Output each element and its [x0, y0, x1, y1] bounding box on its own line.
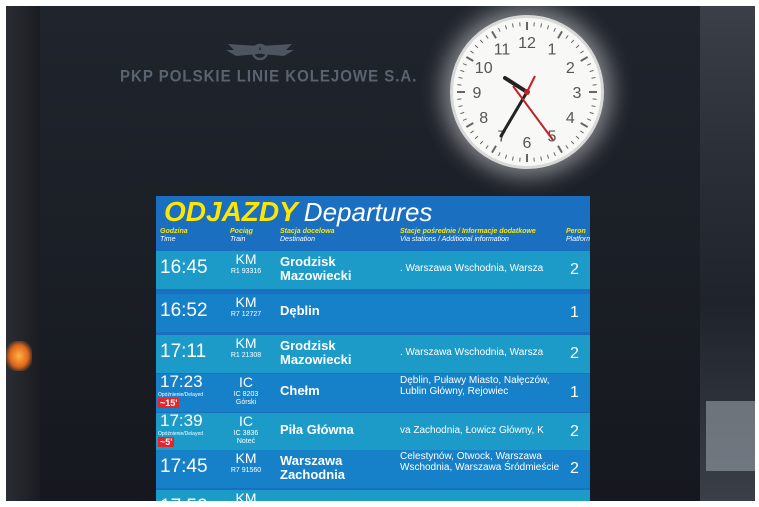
train-number: R7 12727	[230, 311, 262, 318]
platform-number: 1	[570, 384, 579, 401]
departure-row: 16:52 KM R7 12727 Dęblin 1	[156, 294, 590, 332]
second-hand	[512, 85, 554, 141]
train-window	[706, 401, 755, 471]
carrier: KM	[235, 490, 257, 501]
destination: Dęblin	[280, 303, 320, 318]
via-stations: va Zachodnia, Łowicz Główny, K	[400, 425, 544, 436]
title-english: Departures	[303, 197, 433, 227]
destination: Grodzisk Mazowiecki	[280, 338, 352, 367]
departure-time: 17:23	[160, 372, 203, 391]
pkp-logo-icon	[226, 43, 294, 61]
header-platform: Peron Platform	[566, 228, 590, 243]
departure-row: 16:45 KM R1 93316 Grodzisk Mazowiecki . Warsz…	[156, 251, 590, 289]
clock-number: 6	[523, 135, 532, 152]
platform-number: 2	[570, 460, 579, 477]
via-stations: . Warszawa Wschodnia, Warsza	[400, 263, 544, 274]
departure-row: 17:11 KM R1 21308 Grodzisk Mazowiecki . Warsz…	[156, 335, 590, 373]
photo: PKP POLSKIE LINIE KOLEJOWE S.A. 12 1 2 3 4 5 6…	[6, 6, 755, 501]
board-title: ODJAZDY Departures	[164, 196, 433, 227]
platform-number: 2	[570, 261, 579, 278]
carrier: KM	[235, 294, 257, 310]
via-stations: Celestynów, Otwock, Warszawa Wschodnia, …	[400, 451, 560, 473]
departure-time: 17:52	[160, 496, 208, 501]
clock-number: 4	[566, 110, 575, 127]
departure-time: 17:45	[160, 456, 208, 477]
destination: Dęblin	[280, 500, 320, 502]
destination: Piła Główna	[280, 422, 354, 437]
signal-light	[6, 341, 32, 371]
clock-number: 12	[518, 35, 536, 52]
departure-row: 17:39 Opóźnienie/Delayed ~5' IC IC 3836 Noteć…	[156, 411, 590, 451]
header-time: Godzina Time	[160, 228, 188, 243]
train-name: Górski	[235, 399, 257, 406]
carrier: KM	[235, 335, 257, 351]
clock-number: 9	[473, 85, 482, 102]
via-stations: . Warszawa Wschodnia, Warsza	[400, 347, 544, 358]
train-number: R1 93316	[230, 268, 262, 275]
clock-number: 2	[566, 60, 575, 77]
platform-number: 2	[570, 423, 579, 440]
station-clock: 121234567891011	[450, 15, 604, 169]
carrier: IC	[239, 413, 253, 429]
destination: Warszawa Zachodnia	[280, 453, 346, 482]
clock-number: 8	[479, 110, 488, 127]
train-name: Noteć	[236, 438, 256, 445]
departure-time: 16:52	[160, 300, 208, 321]
clock-number: 5	[548, 128, 557, 145]
carrier: KM	[235, 450, 257, 466]
train-number: R7 91560	[230, 467, 262, 474]
platform-number: 1	[570, 500, 579, 501]
departure-row: 17:52 KM Dęblin 1	[156, 490, 590, 501]
clock-number: 11	[494, 42, 511, 59]
train-number: IC 3836 Noteć	[216, 430, 276, 446]
departure-board: ODJAZDY Departures Godzina Time Pociąg Trai…	[156, 196, 590, 501]
via-stations: Dęblin, Puławy Miasto, Nałęczów, Lublin …	[400, 375, 550, 397]
departure-row: 17:23 Opóźnienie/Delayed ~15' IC IC 8203 Górs…	[156, 372, 590, 412]
header-train: Pociąg Train	[230, 228, 253, 243]
title-polish: ODJAZDY	[164, 196, 298, 227]
clock-number: 3	[573, 85, 582, 102]
destination: Chełm	[280, 383, 320, 398]
departure-row: 17:45 KM R7 91560 Warszawa Zachodnia Celestyn…	[156, 450, 590, 488]
train-number: IC 8203 Górski	[216, 391, 276, 407]
departure-time: 17:11	[160, 341, 207, 362]
destination: Grodzisk Mazowiecki	[280, 254, 352, 283]
clock-number: 10	[475, 60, 493, 77]
delay-badge: ~15'	[158, 398, 180, 408]
platform-number: 1	[570, 304, 579, 321]
carrier: KM	[235, 251, 257, 267]
station-pillar	[6, 6, 40, 501]
platform-number: 2	[570, 345, 579, 362]
company-name: PKP POLSKIE LINIE KOLEJOWE S.A.	[120, 67, 418, 86]
header-via: Stacje pośrednie / Informacje dodatkowe V…	[400, 228, 536, 243]
departure-time: 16:45	[160, 257, 208, 278]
train-number: R1 21308	[230, 352, 262, 359]
clock-number: 1	[548, 42, 557, 59]
header-destination: Stacja docelowa Destination	[280, 228, 335, 243]
delay-badge: ~5'	[158, 437, 175, 447]
departure-time: 17:39	[160, 411, 203, 430]
carrier: IC	[239, 374, 253, 390]
